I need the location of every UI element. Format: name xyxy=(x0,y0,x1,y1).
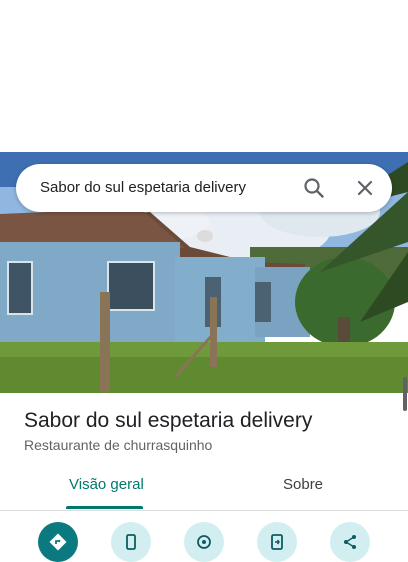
share-button[interactable] xyxy=(330,522,370,562)
tab-overview[interactable]: Visão geral xyxy=(69,476,144,493)
blank-top-area xyxy=(0,0,408,152)
close-icon[interactable] xyxy=(353,176,377,200)
scrollbar[interactable] xyxy=(403,377,407,411)
search-input[interactable]: Sabor do sul espetaria delivery xyxy=(40,179,246,196)
send-to-phone-button[interactable] xyxy=(257,522,297,562)
tab-selected-indicator xyxy=(66,506,143,509)
place-category[interactable]: Restaurante de churrasquinho xyxy=(24,437,212,453)
tab-about[interactable]: Sobre xyxy=(283,476,323,493)
tab-bar: Visão geral Sobre xyxy=(0,466,408,511)
phone-icon xyxy=(126,534,136,550)
share-icon xyxy=(344,535,356,549)
search-bar[interactable]: Sabor do sul espetaria delivery xyxy=(16,164,392,212)
send-to-phone-icon xyxy=(271,534,283,550)
directions-icon xyxy=(49,533,67,551)
nearby-icon xyxy=(197,535,211,549)
search-icon[interactable] xyxy=(302,176,326,200)
nearby-button[interactable] xyxy=(184,522,224,562)
place-title: Sabor do sul espetaria delivery xyxy=(24,409,313,432)
directions-button[interactable] xyxy=(38,522,78,562)
call-button[interactable] xyxy=(111,522,151,562)
